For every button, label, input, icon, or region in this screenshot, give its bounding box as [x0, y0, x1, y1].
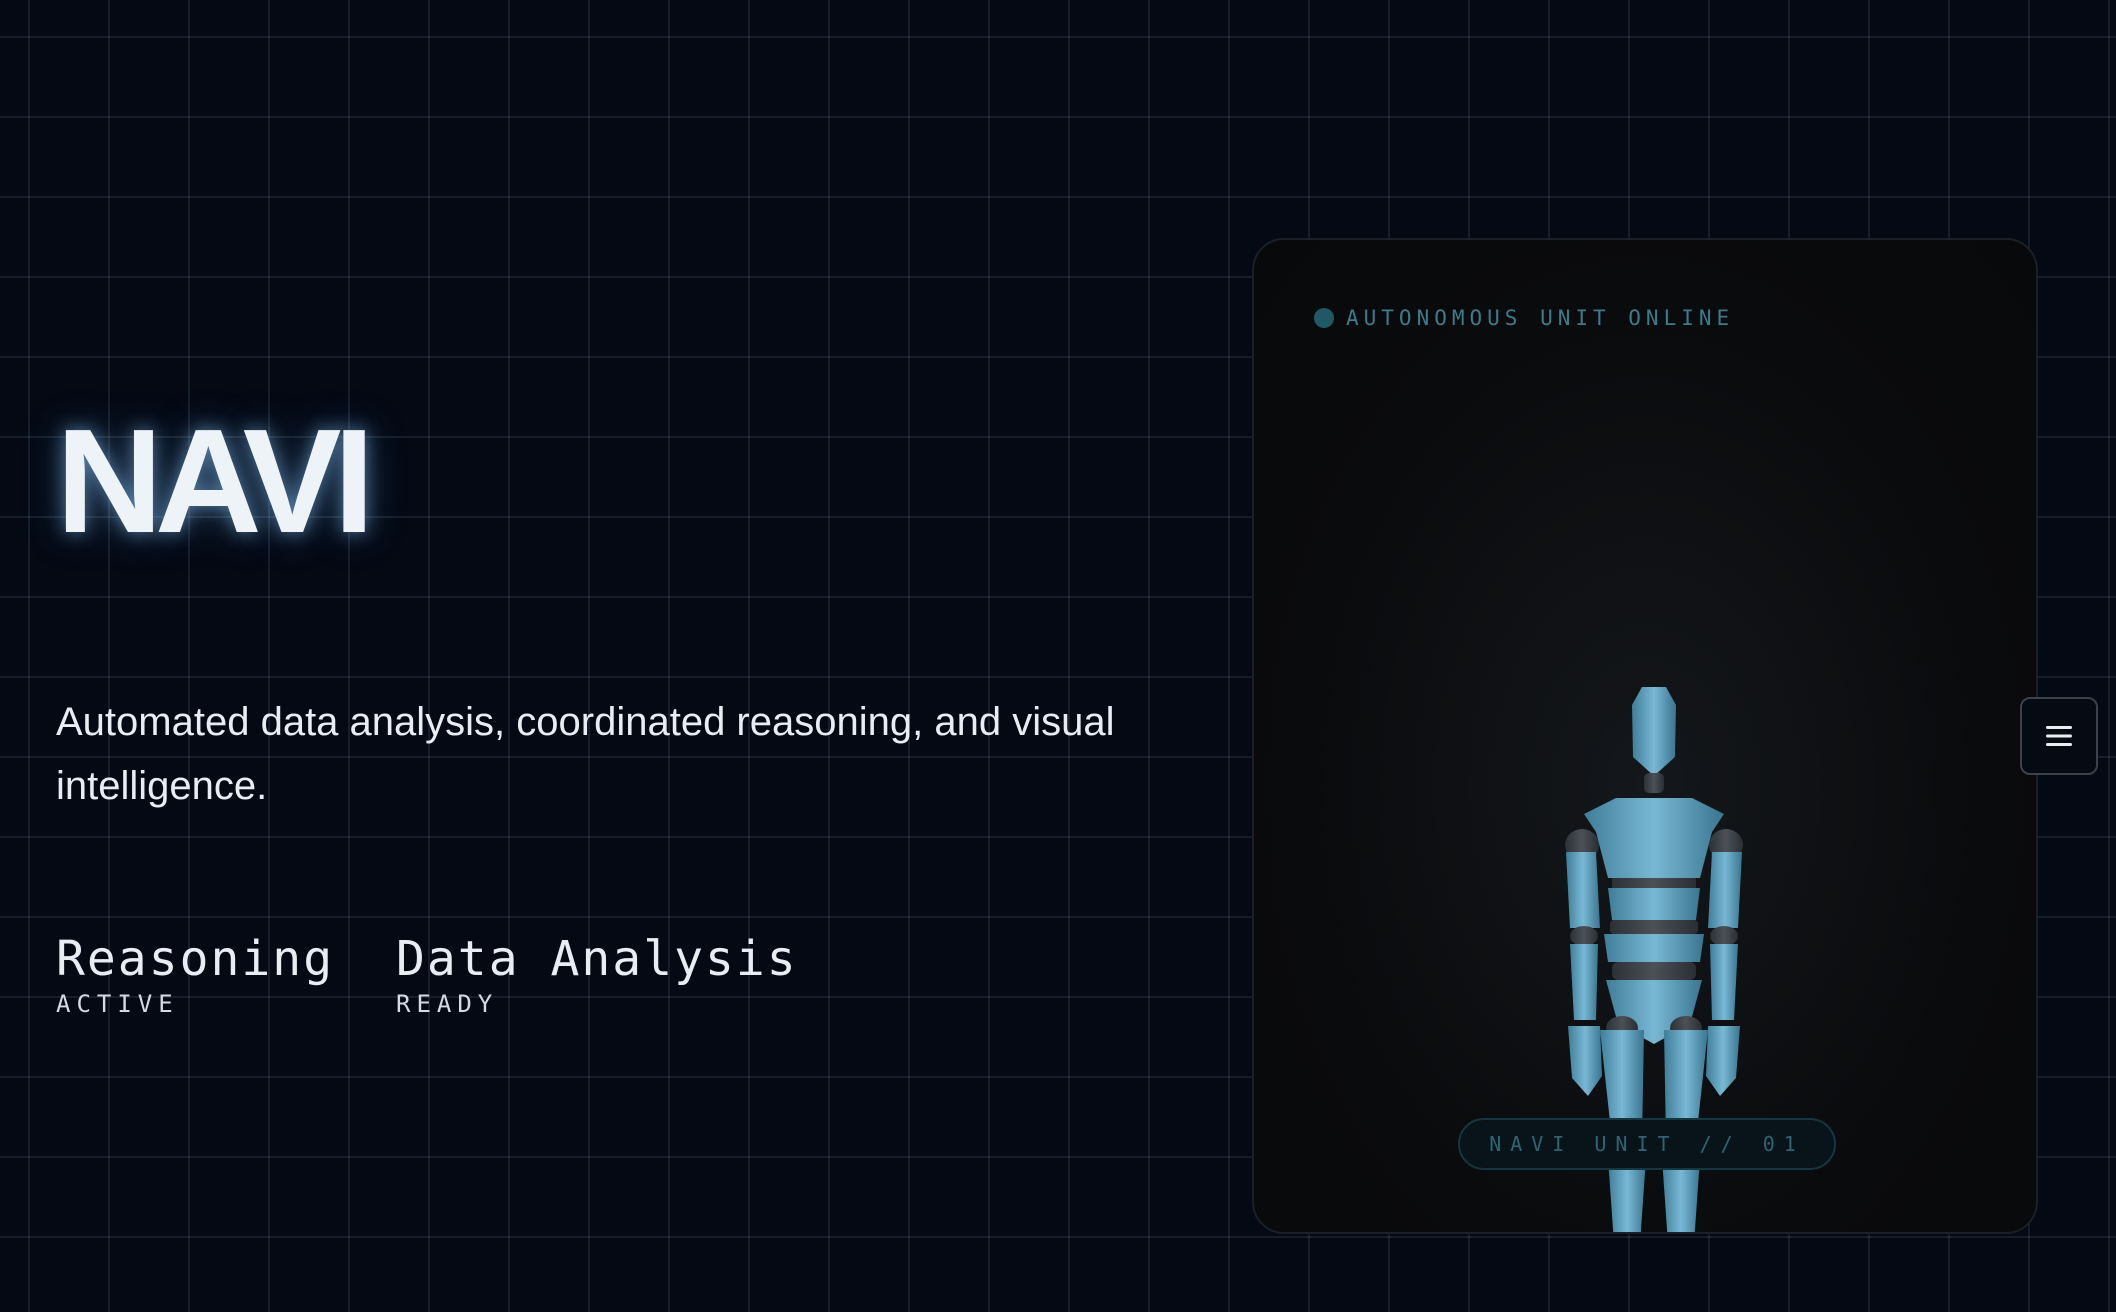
unit-label: NAVI UNIT // 01	[1458, 1118, 1836, 1170]
status-text: AUTONOMOUS UNIT ONLINE	[1346, 306, 1735, 330]
capability-reasoning: Reasoning ACTIVE	[56, 930, 334, 1018]
capability-status: ACTIVE	[56, 990, 179, 1018]
capability-data-analysis: Data Analysis READY	[396, 930, 798, 1018]
robot-panel: AUTONOMOUS UNIT ONLINE NAVI UNIT // 01	[1252, 238, 2038, 1234]
tagline: Automated data analysis, coordinated rea…	[56, 700, 1115, 808]
capability-name: Reasoning	[56, 931, 335, 987]
page-title: NAVI	[56, 399, 375, 564]
hamburger-menu-icon	[2046, 726, 2072, 746]
status-dot-icon	[1314, 308, 1334, 328]
capability-name: Data Analysis	[396, 931, 798, 987]
menu-button[interactable]	[2020, 697, 2098, 775]
capability-status: READY	[396, 990, 499, 1018]
status-indicator: AUTONOMOUS UNIT ONLINE	[1314, 306, 1734, 330]
